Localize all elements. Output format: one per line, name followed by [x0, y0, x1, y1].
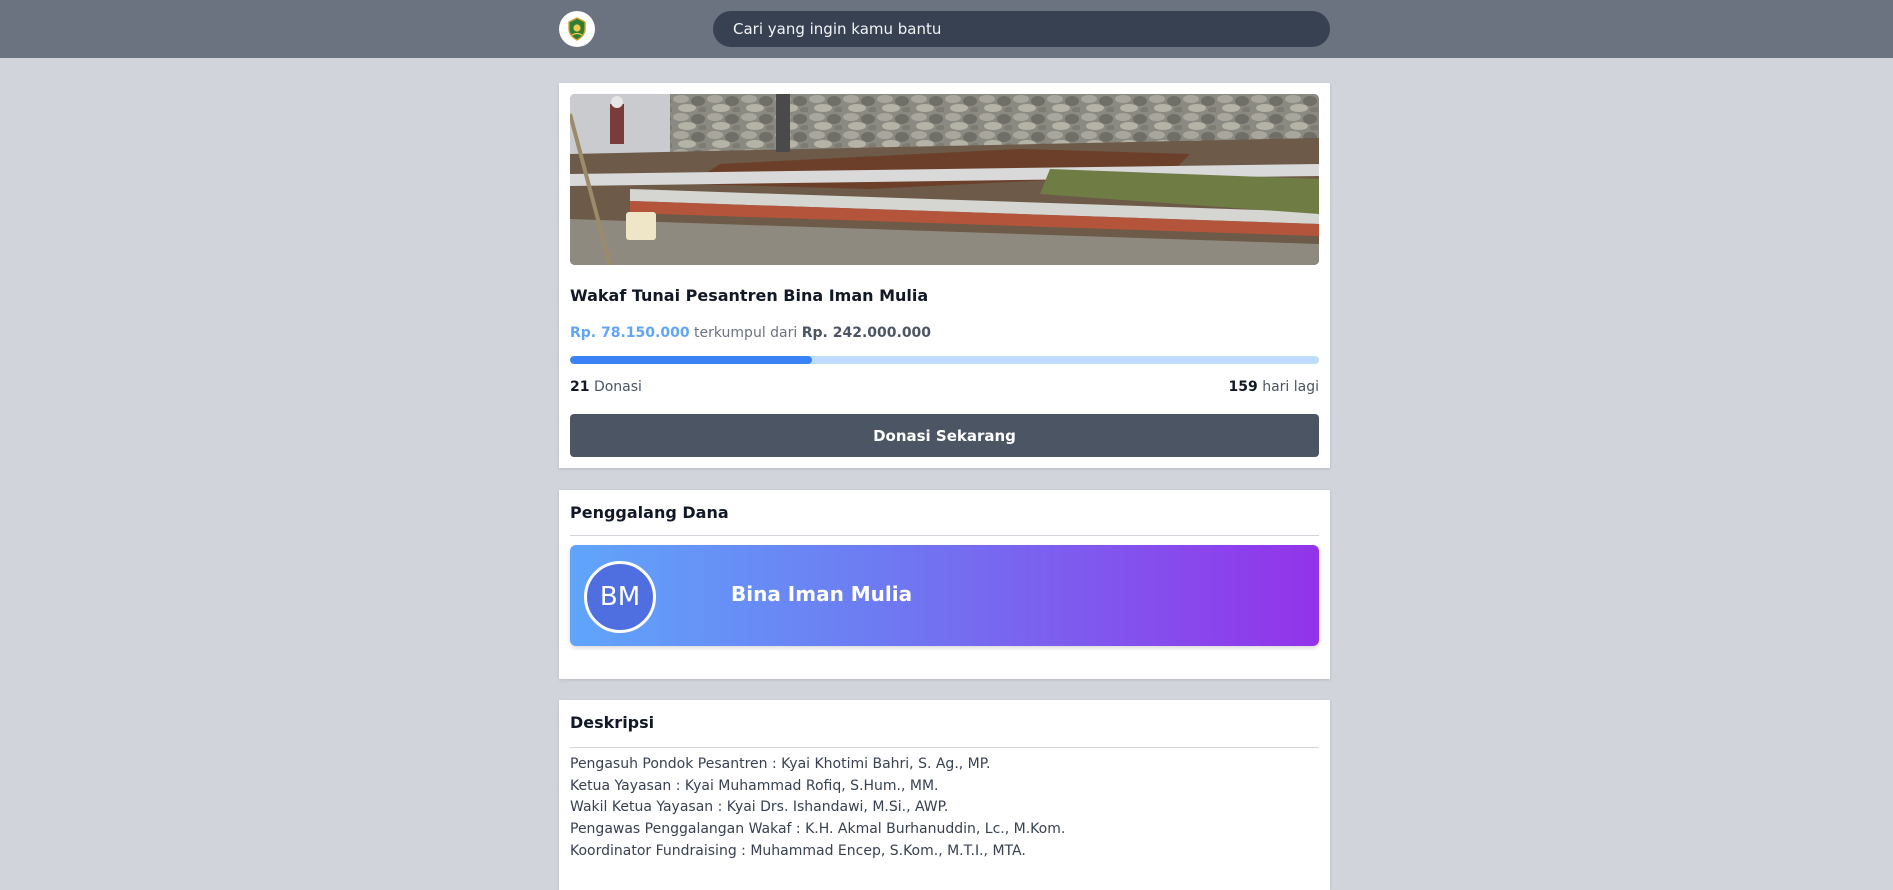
divider	[570, 747, 1319, 748]
divider	[570, 535, 1319, 536]
fundraiser-card: Penggalang Dana BM Bina Iman Mulia	[559, 490, 1330, 679]
target-amount: Rp. 242.000.000	[801, 325, 932, 341]
logo-icon[interactable]	[559, 11, 595, 47]
progress-bar	[570, 356, 1319, 364]
days-remaining: 159 hari lagi	[1229, 379, 1319, 395]
campaign-image[interactable]	[570, 94, 1319, 265]
description-line: Wakil Ketua Yayasan : Kyai Drs. Ishandaw…	[570, 799, 949, 816]
donation-count-value: 21	[570, 379, 590, 395]
avatar: BM	[584, 561, 656, 633]
donation-count-label: Donasi	[593, 379, 642, 395]
description-section-title: Deskripsi	[570, 713, 655, 732]
description-text: Pengasuh Pondok Pesantren : Kyai Khotimi…	[570, 754, 1065, 863]
avatar-initials: BM	[599, 582, 641, 612]
description-line: Pengasuh Pondok Pesantren : Kyai Khotimi…	[570, 756, 991, 772]
campaign-card: Wakaf Tunai Pesantren Bina Iman Mulia Rp…	[559, 83, 1330, 468]
donation-count: 21 Donasi	[570, 379, 642, 395]
days-remaining-label: hari lagi	[1262, 379, 1319, 395]
fundraiser-section-title: Penggalang Dana	[570, 503, 729, 522]
donate-now-button[interactable]: Donasi Sekarang	[570, 414, 1319, 457]
description-card: Deskripsi Pengasuh Pondok Pesantren : Ky…	[559, 700, 1330, 890]
description-line: Pengawas Penggalangan Wakaf : K.H. Akmal…	[570, 821, 1066, 838]
search-bar[interactable]	[713, 11, 1330, 47]
search-input[interactable]	[731, 19, 1312, 39]
campaign-title: Wakaf Tunai Pesantren Bina Iman Mulia	[570, 286, 929, 305]
fundraiser-name: Bina Iman Mulia	[731, 582, 913, 606]
collected-amount: Rp. 78.150.000	[570, 325, 690, 341]
progress-fill	[570, 356, 812, 364]
days-remaining-value: 159	[1228, 379, 1258, 395]
description-line: Koordinator Fundraising : Muhammad Encep…	[570, 842, 1026, 859]
fundraising-amount: Rp. 78.150.000 terkumpul dari Rp. 242.00…	[570, 325, 931, 341]
fundraiser-banner[interactable]: BM Bina Iman Mulia	[570, 545, 1319, 646]
collected-label: terkumpul dari	[694, 325, 798, 341]
description-line: Ketua Yayasan : Kyai Muhammad Rofiq, S.H…	[570, 777, 939, 794]
top-navbar	[0, 0, 1893, 58]
